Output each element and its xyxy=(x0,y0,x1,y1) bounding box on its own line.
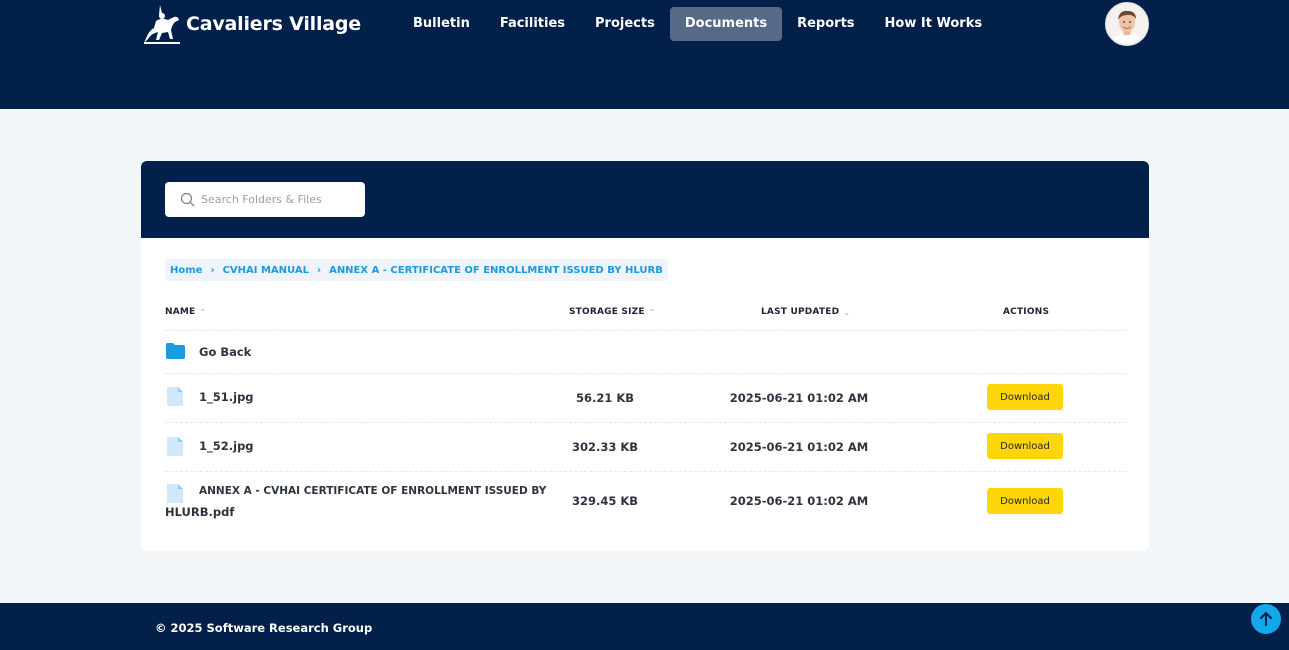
sort-up-icon: ⌃ xyxy=(648,307,656,317)
column-header-name-label: NAME xyxy=(165,307,196,317)
row-divider xyxy=(165,373,1126,374)
chevron-right-icon: › xyxy=(210,264,215,276)
nav-bulletin[interactable]: Bulletin xyxy=(398,7,485,41)
nav-facilities[interactable]: Facilities xyxy=(485,7,580,41)
nav-projects[interactable]: Projects xyxy=(580,7,670,41)
horse-rider-logo xyxy=(144,5,180,44)
download-button[interactable]: Download xyxy=(987,433,1063,459)
folder-icon xyxy=(166,343,185,359)
file-icon xyxy=(167,437,183,456)
column-header-updated-label: LAST UPDATED xyxy=(761,307,840,317)
file-name[interactable]: 1_51.jpg xyxy=(199,390,254,404)
chevron-right-icon: › xyxy=(316,264,322,276)
file-updated: 2025-06-21 01:02 AM xyxy=(729,391,869,405)
column-header-actions: ACTIONS xyxy=(1003,307,1049,317)
breadcrumb-current-folder[interactable]: ANNEX A - CERTIFICATE OF ENROLLMENT ISSU… xyxy=(329,265,663,276)
file-size: 302.33 KB xyxy=(571,440,639,454)
column-header-size-label: STORAGE SIZE xyxy=(569,307,645,317)
nav-reports[interactable]: Reports xyxy=(782,7,869,41)
nav-documents[interactable]: Documents xyxy=(669,7,783,41)
sort-up-icon: ⌃ xyxy=(199,307,207,317)
footer: © 2025 Software Research Group xyxy=(0,603,1289,650)
search-icon xyxy=(180,192,195,207)
search-box[interactable] xyxy=(165,182,365,217)
download-button[interactable]: Download xyxy=(987,488,1063,514)
file-name[interactable]: 1_52.jpg xyxy=(199,439,254,453)
row-divider xyxy=(165,330,1126,331)
breadcrumb: Home › CVHAI MANUAL › ANNEX A - CERTIFIC… xyxy=(165,259,668,281)
file-updated: 2025-06-21 01:02 AM xyxy=(729,494,869,508)
documents-card: Home › CVHAI MANUAL › ANNEX A - CERTIFIC… xyxy=(141,161,1149,551)
file-icon xyxy=(167,484,183,503)
column-header-size[interactable]: STORAGE SIZE ⌃ xyxy=(569,307,656,317)
avatar-image xyxy=(1107,4,1147,44)
column-header-name[interactable]: NAME ⌃ xyxy=(165,307,206,317)
download-button[interactable]: Download xyxy=(987,384,1063,410)
file-size: 329.45 KB xyxy=(571,494,639,508)
file-name-line-2[interactable]: HLURB.pdf xyxy=(165,505,234,519)
file-updated: 2025-06-21 01:02 AM xyxy=(729,440,869,454)
arrow-up-icon xyxy=(1260,612,1272,626)
search-input[interactable] xyxy=(201,193,361,206)
row-divider xyxy=(165,422,1126,423)
user-avatar[interactable] xyxy=(1105,2,1149,46)
main-nav: Bulletin Facilities Projects Documents R… xyxy=(398,7,997,41)
row-divider xyxy=(165,471,1126,472)
documents-card-header xyxy=(141,161,1149,238)
nav-how-it-works[interactable]: How It Works xyxy=(870,7,998,41)
file-name-line-1[interactable]: ANNEX A - CVHAI CERTIFICATE OF ENROLLMEN… xyxy=(199,485,546,497)
sort-down-icon: ⌄ xyxy=(843,307,851,317)
breadcrumb-cvhai-manual[interactable]: CVHAI MANUAL xyxy=(223,265,309,276)
file-icon xyxy=(167,387,183,406)
file-size: 56.21 KB xyxy=(575,391,635,405)
brand[interactable]: Cavaliers Village xyxy=(142,2,361,46)
go-back-link[interactable]: Go Back xyxy=(199,345,251,359)
column-header-updated[interactable]: LAST UPDATED ⌄ xyxy=(761,307,850,317)
copyright-text: © 2025 Software Research Group xyxy=(155,621,373,635)
brand-name: Cavaliers Village xyxy=(186,13,361,35)
scroll-to-top-button[interactable] xyxy=(1251,604,1281,634)
column-header-actions-label: ACTIONS xyxy=(1003,307,1050,317)
breadcrumb-home[interactable]: Home xyxy=(170,265,202,276)
